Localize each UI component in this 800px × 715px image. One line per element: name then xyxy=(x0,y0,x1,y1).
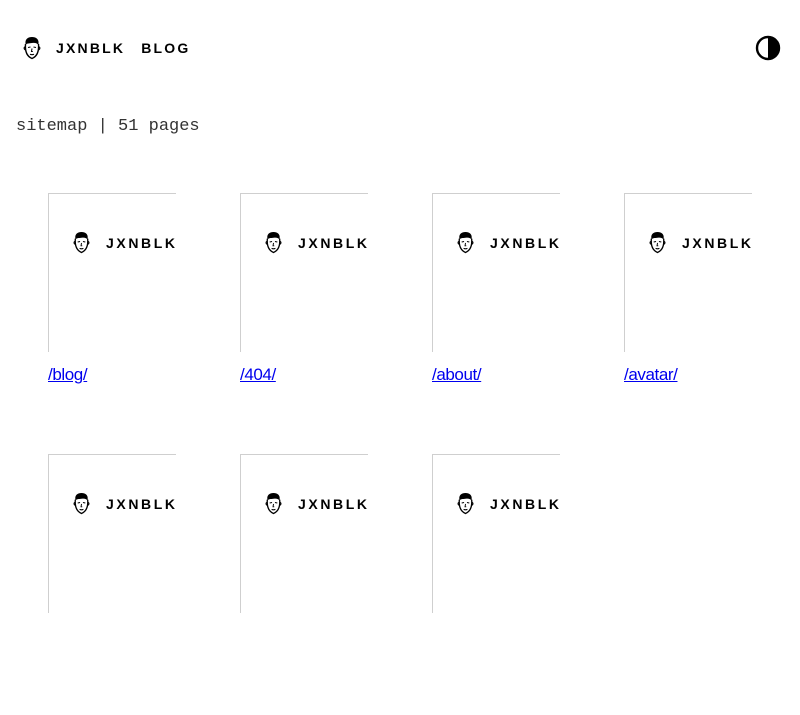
sitemap-card: JXNBLK xyxy=(240,454,432,715)
thumbnail-brand-name: JXNBLK xyxy=(490,234,560,251)
page-thumbnail[interactable]: JXNBLK xyxy=(48,454,176,613)
thumbnail-brand-name: JXNBLK xyxy=(682,234,752,251)
thumbnail-brand: JXNBLK xyxy=(72,231,176,254)
face-avatar-icon xyxy=(72,492,91,515)
brand-section-label: BLOG xyxy=(141,40,191,56)
face-avatar-icon xyxy=(456,492,475,515)
site-header: JXNBLK BLOG xyxy=(0,0,800,96)
page-link[interactable]: /404/ xyxy=(240,365,276,385)
brand-name: JXNBLK xyxy=(56,40,126,56)
thumbnail-brand-name: JXNBLK xyxy=(106,234,176,251)
sitemap-card: JXNBLK /blog/ xyxy=(48,193,240,454)
page-thumbnail[interactable]: JXNBLK xyxy=(432,193,560,352)
thumbnail-brand: JXNBLK xyxy=(72,492,176,515)
thumbnail-brand: JXNBLK xyxy=(648,231,752,254)
page-thumbnail[interactable]: JXNBLK xyxy=(48,193,176,352)
thumbnail-brand-name: JXNBLK xyxy=(106,495,176,512)
face-avatar-icon xyxy=(22,36,42,60)
sitemap-grid: JXNBLK /blog/ JXNBLK /404/ JXNBLK /about… xyxy=(48,193,768,715)
face-avatar-icon xyxy=(72,231,91,254)
contrast-half-circle-icon xyxy=(755,35,781,61)
page-link[interactable]: /blog/ xyxy=(48,365,88,385)
page-thumbnail[interactable]: JXNBLK xyxy=(240,193,368,352)
face-avatar-icon xyxy=(456,231,475,254)
thumbnail-brand-name: JXNBLK xyxy=(490,495,560,512)
page-title: sitemap | 51 pages xyxy=(16,117,200,136)
sitemap-card: JXNBLK /404/ xyxy=(240,193,432,454)
thumbnail-brand: JXNBLK xyxy=(456,492,560,515)
sitemap-card: JXNBLK xyxy=(48,454,240,715)
theme-toggle-button[interactable] xyxy=(755,35,781,61)
sitemap-card: JXNBLK xyxy=(432,454,624,715)
page-link[interactable]: /about/ xyxy=(432,365,482,385)
sitemap-card: JXNBLK /about/ xyxy=(432,193,624,454)
home-link[interactable]: JXNBLK BLOG xyxy=(22,36,190,60)
page-thumbnail[interactable]: JXNBLK xyxy=(624,193,752,352)
thumbnail-brand: JXNBLK xyxy=(456,231,560,254)
thumbnail-brand: JXNBLK xyxy=(264,231,368,254)
page-thumbnail[interactable]: JXNBLK xyxy=(432,454,560,613)
sitemap-card: JXNBLK /avatar/ xyxy=(624,193,800,454)
thumbnail-brand-name: JXNBLK xyxy=(298,234,368,251)
face-avatar-icon xyxy=(264,492,283,515)
face-avatar-icon xyxy=(648,231,667,254)
page-link[interactable]: /avatar/ xyxy=(624,365,678,385)
thumbnail-brand: JXNBLK xyxy=(264,492,368,515)
thumbnail-brand-name: JXNBLK xyxy=(298,495,368,512)
page-thumbnail[interactable]: JXNBLK xyxy=(240,454,368,613)
face-avatar-icon xyxy=(264,231,283,254)
